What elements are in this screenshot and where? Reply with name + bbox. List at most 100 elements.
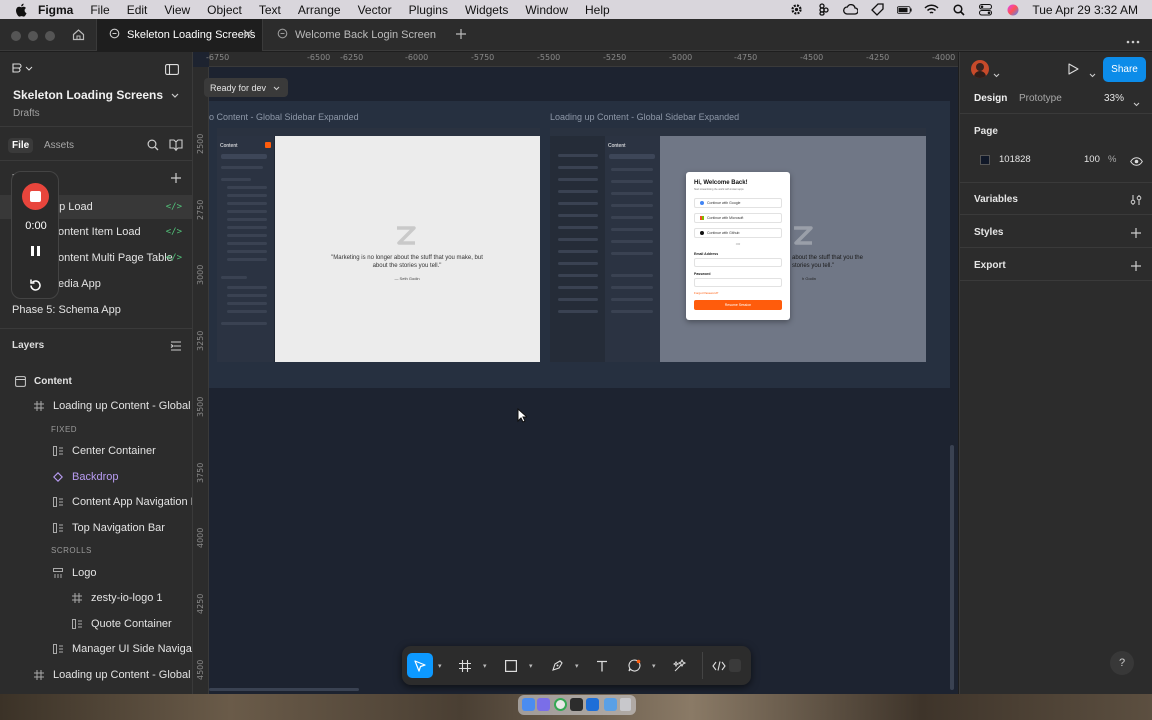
window-close-button[interactable] <box>11 31 21 41</box>
wifi-icon[interactable] <box>924 4 939 16</box>
menu-text[interactable]: Text <box>259 3 281 17</box>
zoom-level[interactable]: 33% <box>1104 93 1124 104</box>
menu-view[interactable]: View <box>164 3 190 17</box>
apple-logo-icon[interactable] <box>14 3 28 17</box>
share-button[interactable]: Share <box>1103 57 1146 82</box>
layer-item-logo[interactable]: Logo <box>0 561 192 585</box>
add-page-plus-icon[interactable] <box>170 172 182 187</box>
trash-icon[interactable] <box>620 698 631 711</box>
dev-mode-toggle[interactable] <box>706 653 744 678</box>
panel-toggle-icon[interactable] <box>165 64 179 78</box>
main-menu-icon[interactable] <box>12 63 34 78</box>
more-menu-icon[interactable] <box>1126 33 1140 47</box>
siri-icon[interactable] <box>1005 4 1020 16</box>
help-button[interactable]: ? <box>1110 651 1134 675</box>
actions-ai-button[interactable] <box>667 653 693 678</box>
figma-app-icon[interactable] <box>570 698 583 711</box>
vscode-app-icon[interactable] <box>586 698 599 711</box>
page-color-value[interactable]: 101828 <box>999 154 1031 165</box>
color-swatch[interactable] <box>980 154 990 165</box>
file-name-row[interactable]: Skeleton Loading Screens <box>13 88 179 102</box>
tab-close-icon[interactable] <box>243 29 253 42</box>
variables-settings-icon[interactable] <box>1130 194 1142 209</box>
file-location[interactable]: Drafts <box>13 108 40 119</box>
layer-item-zesty-logo[interactable]: zesty-io-logo 1 <box>0 586 192 610</box>
control-center-icon[interactable] <box>978 3 993 16</box>
layer-item-frame-2[interactable]: Loading up Content - Global Side <box>0 663 192 687</box>
menu-file[interactable]: File <box>90 3 109 17</box>
tab-welcome-back-login-screen[interactable]: Welcome Back Login Screen <box>264 19 442 51</box>
spotlight-search-icon[interactable] <box>951 3 966 16</box>
frame-1[interactable]: Content "Marketing is no longer about th… <box>217 128 540 362</box>
export-section-title[interactable]: Export <box>974 260 1006 271</box>
menu-help[interactable]: Help <box>585 3 610 17</box>
layer-item-backdrop[interactable]: Backdrop <box>0 465 192 489</box>
ready-for-dev-pill[interactable]: Ready for dev <box>204 78 289 97</box>
launchpad-app-icon[interactable] <box>537 698 550 711</box>
move-tool-button[interactable] <box>407 653 433 678</box>
menu-window[interactable]: Window <box>525 3 568 17</box>
chrome-app-icon[interactable] <box>554 698 567 711</box>
avatar-chevron-icon[interactable] <box>993 67 1000 81</box>
menu-edit[interactable]: Edit <box>127 3 148 17</box>
pen-tool-button[interactable] <box>544 653 570 678</box>
restart-icon[interactable] <box>28 278 43 296</box>
menu-plugins[interactable]: Plugins <box>409 3 448 17</box>
window-zoom-button[interactable] <box>45 31 55 41</box>
gear-status-icon[interactable] <box>789 4 804 16</box>
cloud-status-icon[interactable] <box>843 4 859 16</box>
page-opacity-value[interactable]: 100 <box>1084 154 1100 165</box>
home-icon[interactable] <box>72 28 85 44</box>
layer-item-content[interactable]: Content <box>0 369 192 393</box>
tab-assets[interactable]: Assets <box>44 140 74 151</box>
search-icon[interactable] <box>147 139 159 154</box>
menu-widgets[interactable]: Widgets <box>465 3 508 17</box>
visibility-eye-icon[interactable] <box>1130 155 1143 169</box>
layer-item-center-container[interactable]: Center Container <box>0 439 192 463</box>
layer-item-side-navigation[interactable]: Manager UI Side Navigation <box>0 637 192 661</box>
clock[interactable]: Tue Apr 29 3:32 AM <box>1032 3 1138 17</box>
tab-file[interactable]: File <box>8 138 34 153</box>
layer-item-quote-container[interactable]: Quote Container <box>0 612 192 636</box>
frame2-title[interactable]: Loading up Content - Global Sidebar Expa… <box>550 112 739 122</box>
tab-prototype[interactable]: Prototype <box>1019 93 1062 104</box>
page-background-field[interactable]: 101828 100 % <box>974 150 1118 169</box>
library-book-icon[interactable] <box>169 139 183 154</box>
pause-icon[interactable] <box>30 245 41 260</box>
layer-item-app-nav-bar[interactable]: Content App Navigation Bar <box>0 490 192 514</box>
text-tool-button[interactable] <box>589 653 615 678</box>
window-minimize-button[interactable] <box>28 31 38 41</box>
add-export-plus-icon[interactable] <box>1130 260 1142 275</box>
menu-app-name[interactable]: Figma <box>38 3 73 17</box>
figma-status-icon[interactable] <box>816 3 831 16</box>
horizontal-scrollbar[interactable] <box>209 688 359 691</box>
page-item-4[interactable]: Phase 5: Schema App <box>0 298 192 322</box>
downloads-folder-icon[interactable] <box>604 698 617 711</box>
user-avatar[interactable] <box>971 60 989 78</box>
layer-item-frame[interactable]: Loading up Content - Global Side <box>0 394 192 418</box>
frame1-title[interactable]: o Content - Global Sidebar Expanded <box>209 112 359 122</box>
styles-section-title[interactable]: Styles <box>974 227 1003 238</box>
comment-tool-button[interactable] <box>621 653 647 678</box>
shape-tool-caret-icon[interactable]: ▾ <box>529 662 533 670</box>
variables-section-title[interactable]: Variables <box>974 194 1018 205</box>
shape-tool-button[interactable] <box>498 653 524 678</box>
tag-status-icon[interactable] <box>870 3 885 16</box>
layers-collapse-icon[interactable] <box>170 340 182 354</box>
layer-item-top-nav-bar[interactable]: Top Navigation Bar <box>0 516 192 540</box>
move-tool-caret-icon[interactable]: ▾ <box>438 662 442 670</box>
frame-tool-caret-icon[interactable]: ▾ <box>483 662 487 670</box>
zoom-chevron-icon[interactable] <box>1133 96 1140 110</box>
finder-app-icon[interactable] <box>522 698 535 711</box>
pen-tool-caret-icon[interactable]: ▾ <box>575 662 579 670</box>
add-style-plus-icon[interactable] <box>1130 227 1142 242</box>
battery-icon[interactable] <box>897 4 912 16</box>
new-tab-plus-icon[interactable] <box>455 28 467 43</box>
present-play-icon[interactable] <box>1068 63 1079 78</box>
menu-vector[interactable]: Vector <box>358 3 392 17</box>
tab-skeleton-loading-screens[interactable]: Skeleton Loading Screens <box>96 19 263 51</box>
present-chevron-icon[interactable] <box>1089 67 1096 81</box>
comment-tool-caret-icon[interactable]: ▾ <box>652 662 656 670</box>
tab-design[interactable]: Design <box>974 93 1007 104</box>
menu-object[interactable]: Object <box>207 3 242 17</box>
